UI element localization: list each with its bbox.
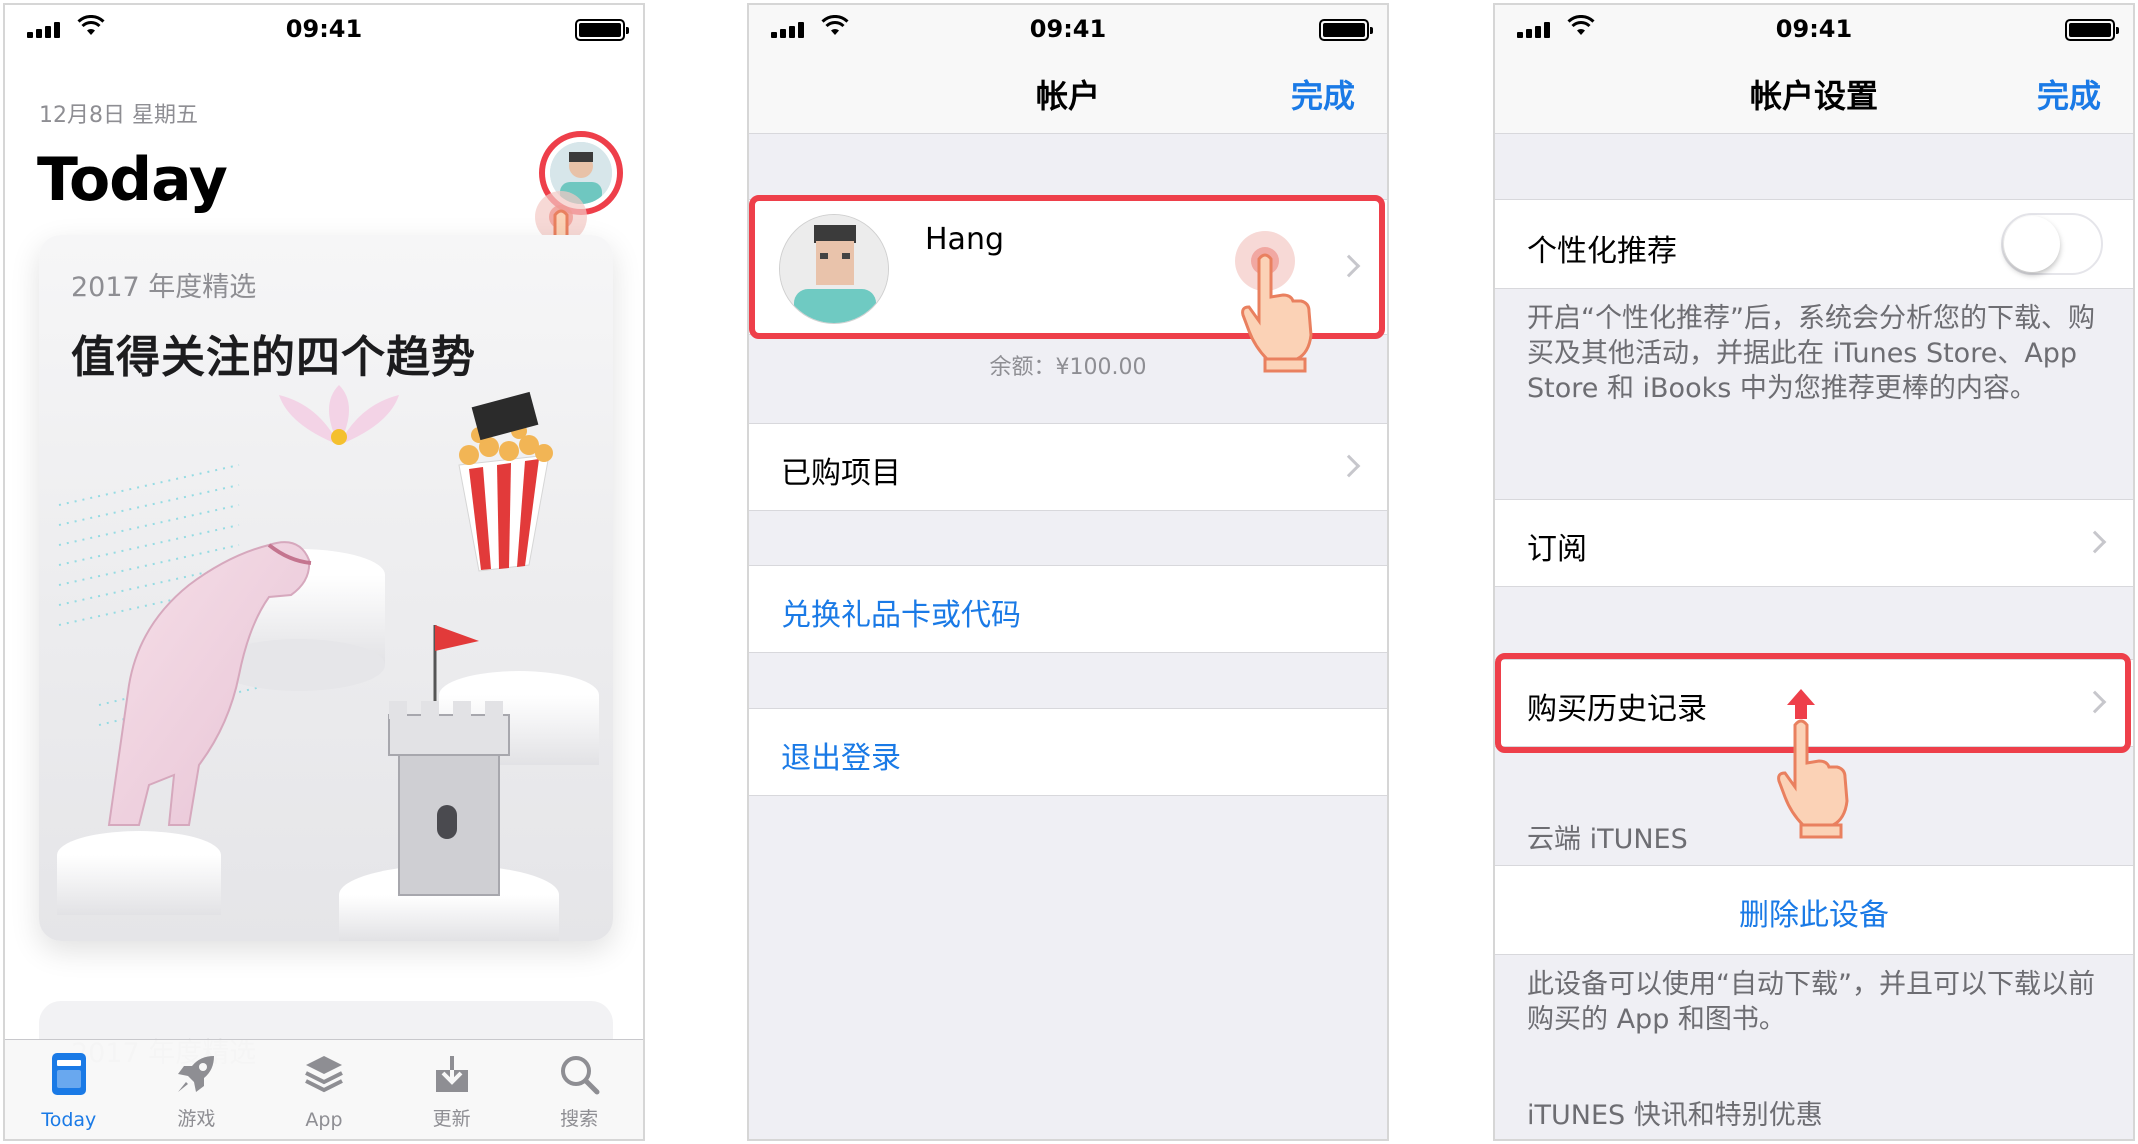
featured-story-card[interactable]: 2017 年度精选 值得关注的四个趋势 <box>39 235 613 941</box>
remove-device-cell[interactable]: 删除此设备 <box>1495 865 2133 955</box>
status-bar: 09:41 <box>749 5 1387 51</box>
tab-label: App <box>305 1109 343 1131</box>
personalized-toggle[interactable] <box>2001 213 2103 275</box>
today-icon <box>51 1053 86 1095</box>
subscriptions-cell[interactable]: 订阅 <box>1495 499 2133 587</box>
subscriptions-label: 订阅 <box>1527 532 1587 567</box>
status-bar: 09:41 <box>1495 5 2133 51</box>
itunes-cloud-header: 云端 iTUNES <box>1527 824 1688 855</box>
device-note: 此设备可以使用“自动下载”，并且可以下载以前购买的 App 和图书。 <box>1527 969 2095 1035</box>
swipe-hand-icon <box>1777 689 1849 839</box>
nav-bar: 09:41 帐户设置 完成 <box>1495 5 2133 134</box>
personalized-label: 个性化推荐 <box>1527 234 1677 269</box>
layers-icon <box>305 1056 343 1093</box>
purchased-cell[interactable]: 已购项目 <box>749 423 1387 511</box>
status-bar: 09:41 <box>5 5 643 51</box>
today-screen: 09:41 12月8日 星期五 Today 2017 年度精选 值得关注的四个趋… <box>3 3 645 1141</box>
signout-link: 退出登录 <box>781 741 901 776</box>
card-illustration <box>57 385 599 941</box>
tab-today[interactable]: Today <box>5 1040 133 1139</box>
rocket-icon <box>178 1056 215 1092</box>
chevron-right-icon <box>1337 454 1361 478</box>
card-subtitle: 2017 年度精选 <box>71 272 257 303</box>
status-time: 09:41 <box>285 15 363 43</box>
news-header: iTUNES 快讯和特别优惠 <box>1527 1100 1823 1131</box>
tab-search[interactable]: 搜索 <box>515 1040 643 1139</box>
battery-icon <box>575 19 629 41</box>
remove-device-link: 删除此设备 <box>1739 898 1889 933</box>
purchased-label: 已购项目 <box>781 456 901 491</box>
done-button[interactable]: 完成 <box>1291 71 1355 117</box>
tab-label: 游戏 <box>177 1108 216 1130</box>
download-tray-icon <box>435 1056 468 1092</box>
chevron-right-icon <box>2083 530 2107 554</box>
account-screen: 09:41 帐户 完成 Hang 余额：¥100.00 已购项目 兑换礼品卡或代… <box>747 3 1389 1141</box>
tab-games[interactable]: 游戏 <box>133 1040 261 1139</box>
account-settings-screen: 09:41 帐户设置 完成 个性化推荐 开启“个性化推荐”后，系统会分析您的下载… <box>1493 3 2135 1141</box>
date-label: 12月8日 星期五 <box>39 103 198 128</box>
search-icon <box>561 1056 600 1095</box>
status-time: 09:41 <box>1775 15 1853 43</box>
status-time: 09:41 <box>1029 15 1107 43</box>
personalized-note: 开启“个性化推荐”后，系统会分析您的下载、购买及其他活动，并据此在 iTunes… <box>1527 303 2095 404</box>
balance-label: 余额：¥100.00 <box>989 355 1147 380</box>
tab-label: 搜索 <box>560 1108 599 1130</box>
redeem-cell[interactable]: 兑换礼品卡或代码 <box>749 565 1387 653</box>
page-title: Today <box>37 145 228 215</box>
tab-apps[interactable]: App <box>260 1040 388 1139</box>
personalized-cell: 个性化推荐 <box>1495 199 2133 289</box>
signout-cell[interactable]: 退出登录 <box>749 708 1387 796</box>
tab-updates[interactable]: 更新 <box>388 1040 516 1139</box>
tab-label: 更新 <box>432 1108 471 1130</box>
done-button[interactable]: 完成 <box>2037 71 2101 117</box>
redeem-link: 兑换礼品卡或代码 <box>781 598 1021 633</box>
battery-icon <box>1319 19 1373 41</box>
card-title: 值得关注的四个趋势 <box>71 332 476 383</box>
battery-icon <box>2065 19 2119 41</box>
tab-label: Today <box>41 1109 97 1131</box>
nav-bar: 09:41 帐户 完成 <box>749 5 1387 134</box>
tab-bar: Today 游戏 App 更新 搜索 <box>5 1039 643 1139</box>
